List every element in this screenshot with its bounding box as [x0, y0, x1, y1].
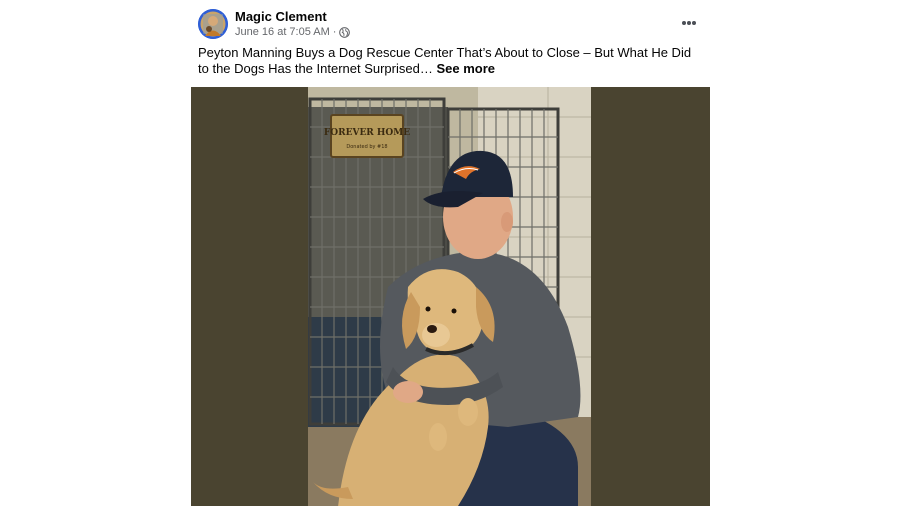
see-more-link[interactable]: See more [436, 61, 495, 76]
author-name[interactable]: Magic Clement [235, 9, 327, 24]
more-options-icon [682, 21, 696, 25]
post-caption: Peyton Manning Buys a Dog Rescue Center … [198, 45, 698, 77]
feed-post: Magic Clement June 16 at 7:05 AM · Peyto… [191, 0, 710, 506]
author-avatar[interactable] [198, 9, 228, 39]
sign-subtitle: Donated by #18 [346, 144, 387, 150]
post-timestamp[interactable]: June 16 at 7:05 AM [235, 26, 330, 38]
meta-separator: · [332, 26, 337, 38]
avatar-image [198, 9, 228, 39]
post-photo-container: FOREVER HOME Donated by #18 [191, 87, 710, 506]
globe-icon [339, 26, 351, 38]
sign-title: FOREVER HOME [324, 128, 410, 138]
forever-home-sign: FOREVER HOME Donated by #18 [324, 114, 410, 158]
more-options-button[interactable] [674, 8, 704, 38]
post-photo[interactable]: FOREVER HOME Donated by #18 [308, 87, 591, 506]
post-header: Magic Clement June 16 at 7:05 AM · [191, 0, 710, 44]
post-meta: June 16 at 7:05 AM · [235, 26, 351, 38]
